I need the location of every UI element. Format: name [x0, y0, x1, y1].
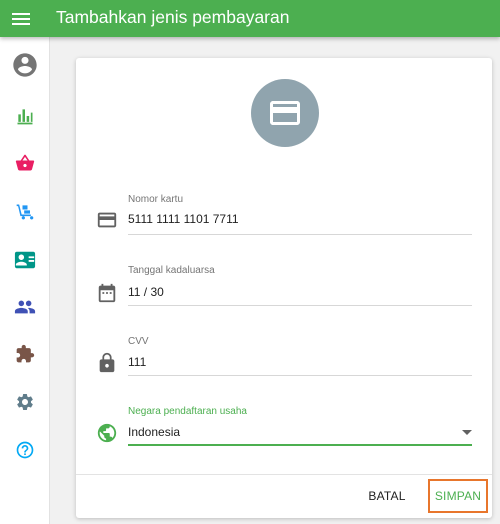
shopping-basket-icon	[15, 154, 35, 171]
menu-icon[interactable]	[9, 7, 33, 31]
puzzle-icon	[16, 344, 35, 363]
card-number-input[interactable]	[128, 212, 438, 226]
country-select[interactable]: Indonesia	[128, 425, 438, 439]
cancel-button[interactable]: BATAL	[359, 484, 415, 508]
app-bar: Tambahkan jenis pembayaran	[0, 0, 500, 37]
sidebar	[0, 37, 50, 524]
account-circle-icon	[13, 53, 37, 77]
bar-chart-icon	[17, 109, 33, 125]
dolly-icon	[16, 204, 34, 220]
sidebar-item-help[interactable]	[0, 430, 50, 470]
credit-card-icon	[270, 101, 300, 125]
sidebar-item-inventory[interactable]	[0, 192, 50, 232]
card-number-underline	[128, 234, 472, 235]
card-number-label: Nomor kartu	[128, 194, 184, 205]
contact-card-icon	[14, 251, 36, 269]
gear-icon	[17, 394, 33, 410]
cvv-field: CVV	[96, 336, 476, 386]
expiry-field: Tanggal kadaluarsa	[96, 265, 476, 315]
cvv-input[interactable]	[128, 355, 438, 369]
credit-card-icon	[96, 209, 118, 231]
expiry-input[interactable]	[128, 285, 438, 299]
sidebar-item-integrations[interactable]	[0, 334, 50, 374]
country-underline	[128, 444, 472, 446]
sidebar-item-employees[interactable]	[0, 287, 50, 327]
globe-icon	[96, 422, 118, 444]
page-title: Tambahkan jenis pembayaran	[56, 7, 290, 27]
country-label: Negara pendaftaran usaha	[128, 406, 247, 417]
people-icon	[14, 300, 36, 314]
card-number-field: Nomor kartu	[96, 194, 476, 244]
credit-card-avatar	[251, 79, 319, 147]
sidebar-item-reports[interactable]	[0, 96, 50, 136]
sidebar-item-settings[interactable]	[0, 382, 50, 422]
cvv-label: CVV	[128, 336, 149, 347]
sidebar-item-account[interactable]	[0, 45, 50, 85]
sidebar-item-customers[interactable]	[0, 240, 50, 280]
country-field: Negara pendaftaran usaha Indonesia	[96, 406, 476, 456]
expiry-underline	[128, 305, 472, 306]
save-button[interactable]: SIMPAN	[428, 479, 488, 513]
lock-icon	[96, 352, 118, 374]
calendar-icon	[96, 282, 118, 304]
payment-type-card: Nomor kartu Tanggal kadaluarsa CVV Negar…	[76, 58, 492, 518]
help-icon	[16, 441, 34, 459]
cvv-underline	[128, 375, 472, 376]
card-divider	[76, 474, 492, 475]
dropdown-arrow-icon[interactable]	[462, 430, 472, 435]
sidebar-item-sales[interactable]	[0, 143, 50, 183]
expiry-label: Tanggal kadaluarsa	[128, 265, 215, 276]
